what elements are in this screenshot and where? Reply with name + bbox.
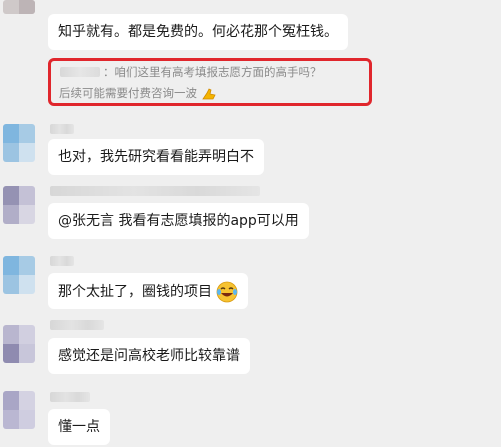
- quote-line-1: ：咱们这里有高考填报志愿方面的高手吗？: [103, 65, 322, 79]
- message-text: 也对，我先研究看看能弄明白不: [58, 149, 254, 165]
- sender-name: [50, 124, 74, 134]
- laughing-crying-emoji-icon: [217, 281, 238, 303]
- message-bubble[interactable]: 也对，我先研究看看能弄明白不: [48, 139, 264, 175]
- quote-line-2-text: 后续可能需要付费咨询一波: [59, 86, 197, 100]
- sender-name: [50, 320, 104, 330]
- message-bubble[interactable]: 感觉还是问高校老师比较靠谱: [48, 338, 250, 374]
- thumb-emoji-icon: [201, 87, 216, 99]
- avatar[interactable]: [3, 124, 35, 162]
- message-text: 知乎就有。都是免费的。何必花那个冤枉钱。: [58, 24, 338, 40]
- quote-line-2: 后续可能需要付费咨询一波: [59, 85, 217, 101]
- message-text: 懂一点: [58, 419, 100, 435]
- message-text: 那个太扯了，圈钱的项目: [58, 284, 212, 300]
- sender-name: [50, 256, 74, 266]
- sender-name: [50, 186, 260, 196]
- avatar[interactable]: [3, 0, 35, 14]
- message-bubble[interactable]: 那个太扯了，圈钱的项目: [48, 273, 249, 309]
- avatar[interactable]: [3, 256, 35, 294]
- message-bubble[interactable]: 知乎就有。都是免费的。何必花那个冤枉钱。: [48, 14, 348, 50]
- avatar[interactable]: [3, 391, 35, 429]
- chat-window: 知乎就有。都是免费的。何必花那个冤枉钱。 ：咱们这里有高考填报志愿方面的高手吗？…: [0, 0, 501, 447]
- quoted-message[interactable]: ：咱们这里有高考填报志愿方面的高手吗？ 后续可能需要付费咨询一波: [48, 58, 372, 106]
- quoted-sender-name: [60, 67, 100, 77]
- avatar[interactable]: [3, 186, 35, 224]
- sender-name: [50, 392, 90, 402]
- message-bubble[interactable]: @张无言 我看有志愿填报的app可以用: [48, 203, 309, 239]
- message-text: @张无言 我看有志愿填报的app可以用: [58, 213, 299, 229]
- message-text: 感觉还是问高校老师比较靠谱: [58, 348, 240, 364]
- message-bubble[interactable]: 懂一点: [48, 409, 110, 445]
- avatar[interactable]: [3, 325, 35, 363]
